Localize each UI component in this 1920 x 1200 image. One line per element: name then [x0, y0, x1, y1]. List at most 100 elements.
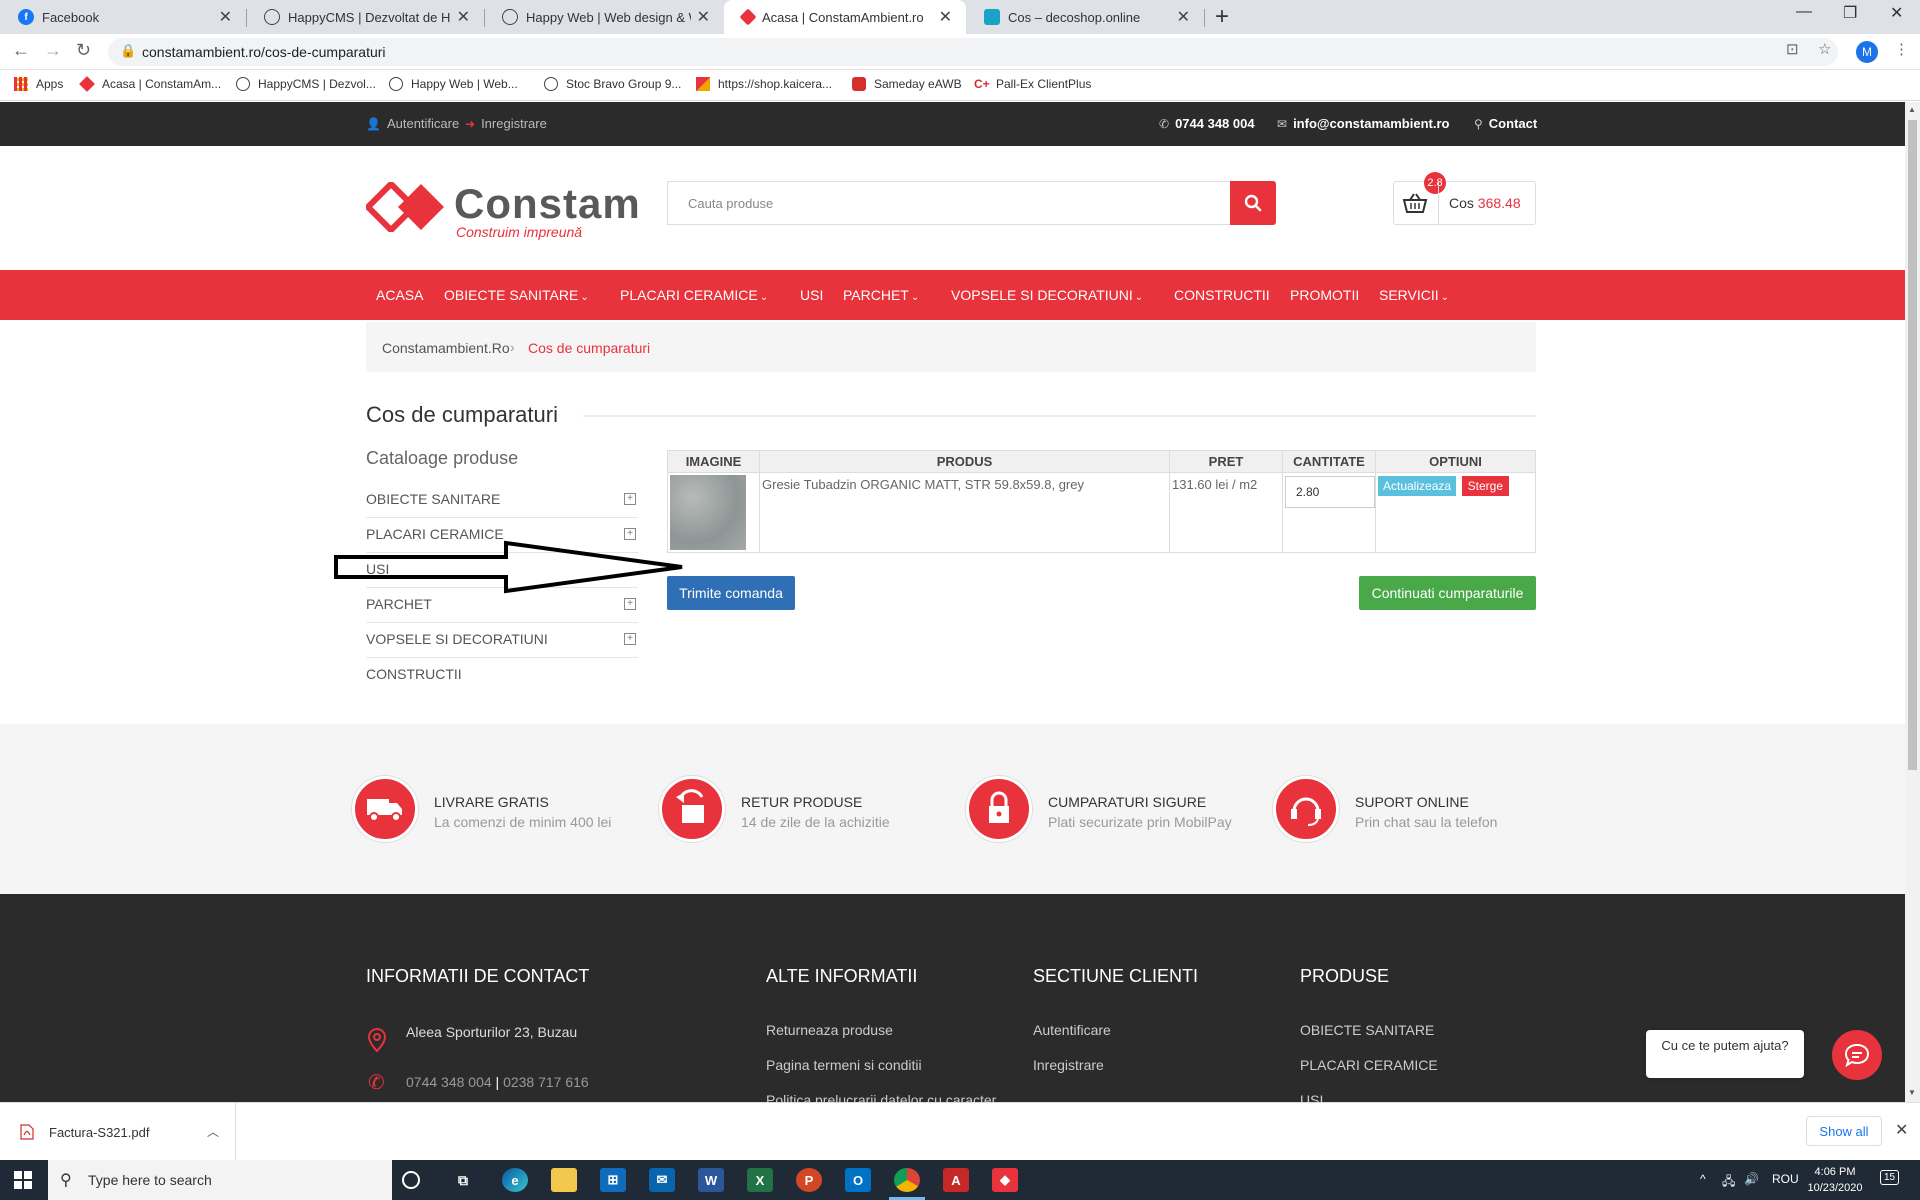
language-indicator[interactable]: ROU — [1772, 1172, 1799, 1186]
browser-tab-facebook[interactable]: f Facebook ✕ — [0, 0, 246, 34]
powerpoint-icon[interactable]: P — [796, 1168, 822, 1192]
bookmark-sameday[interactable]: Sameday eAWB — [852, 77, 962, 91]
translate-icon[interactable]: ⊡ — [1786, 40, 1799, 58]
close-download-shelf-icon[interactable]: ✕ — [1895, 1120, 1908, 1140]
sidebar-item-obiecte-sanitare[interactable]: OBIECTE SANITARE + — [366, 483, 638, 518]
constam-icon — [739, 8, 757, 26]
nav-acasa[interactable]: ACASA — [376, 287, 423, 303]
search-input[interactable]: Cauta produse — [667, 181, 1231, 225]
taskbar-search[interactable]: ⚲ Type here to search — [48, 1160, 392, 1200]
notifications-icon[interactable]: 15 — [1880, 1170, 1900, 1185]
word-icon[interactable]: W — [698, 1168, 724, 1192]
nav-servicii[interactable]: SERVICII ⌄ — [1379, 287, 1449, 303]
product-name[interactable]: Gresie Tubadzin ORGANIC MATT, STR 59.8x5… — [759, 472, 1170, 553]
close-tab-icon[interactable]: ✕ — [697, 7, 710, 27]
nav-promotii[interactable]: PROMOTII — [1290, 287, 1359, 303]
bookmark-apps[interactable]: Apps — [14, 77, 63, 91]
window-close-icon[interactable]: ✕ — [1890, 3, 1903, 23]
send-order-button[interactable]: Trimite comanda — [667, 576, 795, 610]
happy-icon — [236, 77, 250, 91]
browser-tab-happyweb[interactable]: Happy Web | Web design & Web ✕ — [484, 0, 724, 34]
footer-link[interactable]: PLACARI CERAMICE — [1300, 1057, 1438, 1073]
continue-shopping-button[interactable]: Continuati cumparaturile — [1359, 576, 1536, 610]
cart-button[interactable]: 2.8 Cos 368.48 — [1393, 172, 1536, 225]
footer-link[interactable]: Politica prelucrarii datelor cu caracter — [766, 1092, 996, 1102]
sidebar-item-constructii[interactable]: CONSTRUCTII — [366, 658, 638, 693]
footer-link[interactable]: Pagina termeni si conditii — [766, 1057, 922, 1073]
chat-prompt-bubble[interactable]: Cu ce te putem ajuta? — [1646, 1030, 1804, 1078]
outlook-icon[interactable]: O — [845, 1168, 871, 1192]
footer-link[interactable]: USI — [1300, 1092, 1323, 1102]
search-button[interactable] — [1230, 181, 1276, 225]
edge-icon[interactable]: e — [502, 1168, 528, 1192]
browser-tab-happycms[interactable]: HappyCMS | Dezvoltat de Happy ✕ — [246, 0, 484, 34]
bookmark-kaicera[interactable]: https://shop.kaicera... — [696, 77, 832, 91]
scrollbar-thumb[interactable] — [1908, 120, 1917, 770]
anydesk-icon[interactable]: ◆ — [992, 1168, 1018, 1192]
chat-button[interactable] — [1832, 1030, 1882, 1080]
network-icon[interactable]: 🖧 — [1722, 1172, 1735, 1193]
nav-constructii[interactable]: CONSTRUCTII — [1174, 287, 1270, 303]
windows-start-icon[interactable] — [14, 1171, 32, 1189]
page-scrollbar[interactable]: ▲ ▼ — [1905, 102, 1920, 1102]
chevron-up-icon[interactable]: ︿ — [207, 1123, 219, 1140]
browser-tab-constam[interactable]: Acasa | ConstamAmbient.ro ✕ — [724, 0, 966, 34]
footer-link[interactable]: Autentificare — [1033, 1022, 1111, 1038]
minimize-icon[interactable]: — — [1796, 3, 1812, 21]
system-clock[interactable]: 4:06 PM 10/23/2020 — [1804, 1164, 1866, 1196]
register-link[interactable]: ➜ Inregistrare — [465, 116, 547, 131]
close-tab-icon[interactable]: ✕ — [457, 7, 470, 27]
email-link[interactable]: ✉ info@constamambient.ro — [1277, 116, 1449, 131]
nav-vopsele[interactable]: VOPSELE SI DECORATIUNI ⌄ — [951, 287, 1143, 303]
expand-plus-icon[interactable]: + — [624, 633, 636, 645]
footer-link[interactable]: OBIECTE SANITARE — [1300, 1022, 1434, 1038]
excel-icon[interactable]: X — [747, 1168, 773, 1192]
reload-icon[interactable]: ↻ — [76, 40, 91, 61]
store-icon[interactable]: ⊞ — [600, 1168, 626, 1192]
close-tab-icon[interactable]: ✕ — [219, 7, 232, 27]
update-button[interactable]: Actualizeaza — [1378, 476, 1457, 496]
nav-placari-ceramice[interactable]: PLACARI CERAMICE ⌄ — [620, 287, 768, 303]
bookmark-happyweb[interactable]: Happy Web | Web... — [389, 77, 518, 91]
phone-link[interactable]: ✆ 0744 348 004 — [1159, 116, 1255, 131]
contact-link[interactable]: ⚲ Contact — [1474, 116, 1537, 131]
footer-link[interactable]: Returneaza produse — [766, 1022, 893, 1038]
address-bar[interactable]: 🔒 constamambient.ro/cos-de-cumparaturi — [108, 38, 1838, 66]
breadcrumb-home[interactable]: Constamambient.Ro — [382, 340, 510, 356]
delete-button[interactable]: Sterge — [1461, 476, 1510, 496]
new-tab-icon[interactable]: + — [1215, 3, 1229, 31]
expand-plus-icon[interactable]: + — [624, 598, 636, 610]
login-link[interactable]: 👤 Autentificare — [366, 116, 459, 131]
footer-link[interactable]: Inregistrare — [1033, 1057, 1104, 1073]
show-all-downloads-button[interactable]: Show all — [1806, 1116, 1882, 1146]
tray-chevron-up-icon[interactable]: ^ — [1700, 1172, 1706, 1186]
file-explorer-icon[interactable] — [551, 1168, 577, 1192]
bookmark-bravo[interactable]: Stoc Bravo Group 9... — [544, 77, 681, 91]
chrome-icon[interactable] — [894, 1168, 920, 1192]
expand-plus-icon[interactable]: + — [624, 493, 636, 505]
nav-parchet[interactable]: PARCHET ⌄ — [843, 287, 919, 303]
forward-icon[interactable]: → — [44, 40, 62, 61]
cortana-icon[interactable] — [402, 1171, 420, 1189]
browser-tab-decoshop[interactable]: Cos – decoshop.online ✕ — [966, 0, 1204, 34]
restore-icon[interactable]: ❐ — [1843, 3, 1857, 23]
bookmark-happycms[interactable]: HappyCMS | Dezvol... — [236, 77, 376, 91]
quantity-input[interactable]: 2.80 — [1285, 476, 1375, 508]
close-tab-icon[interactable]: ✕ — [939, 7, 952, 27]
nav-usi[interactable]: USI — [800, 287, 823, 303]
nav-obiecte-sanitare[interactable]: OBIECTE SANITARE ⌄ — [444, 287, 589, 303]
back-icon[interactable]: ← — [12, 40, 30, 61]
bookmark-pallex[interactable]: C+ Pall-Ex ClientPlus — [974, 77, 1091, 91]
volume-icon[interactable]: 🔊 — [1744, 1172, 1759, 1186]
close-tab-icon[interactable]: ✕ — [1177, 7, 1190, 27]
site-logo[interactable]: Constam Construim impreună — [366, 176, 642, 240]
sidebar-item-vopsele[interactable]: VOPSELE SI DECORATIUNI + — [366, 623, 638, 658]
mail-icon[interactable]: ✉ — [649, 1168, 675, 1192]
bookmark-star-icon[interactable]: ☆ — [1818, 40, 1831, 58]
bookmark-constam[interactable]: Acasa | ConstamAm... — [79, 76, 221, 92]
menu-kebab-icon[interactable]: ⋮ — [1894, 40, 1909, 58]
task-view-icon[interactable]: ⧉ — [450, 1168, 476, 1192]
profile-avatar[interactable]: M — [1856, 41, 1878, 63]
acrobat-icon[interactable]: A — [943, 1168, 969, 1192]
download-item[interactable]: Factura-S321.pdf ︿ — [0, 1103, 236, 1161]
